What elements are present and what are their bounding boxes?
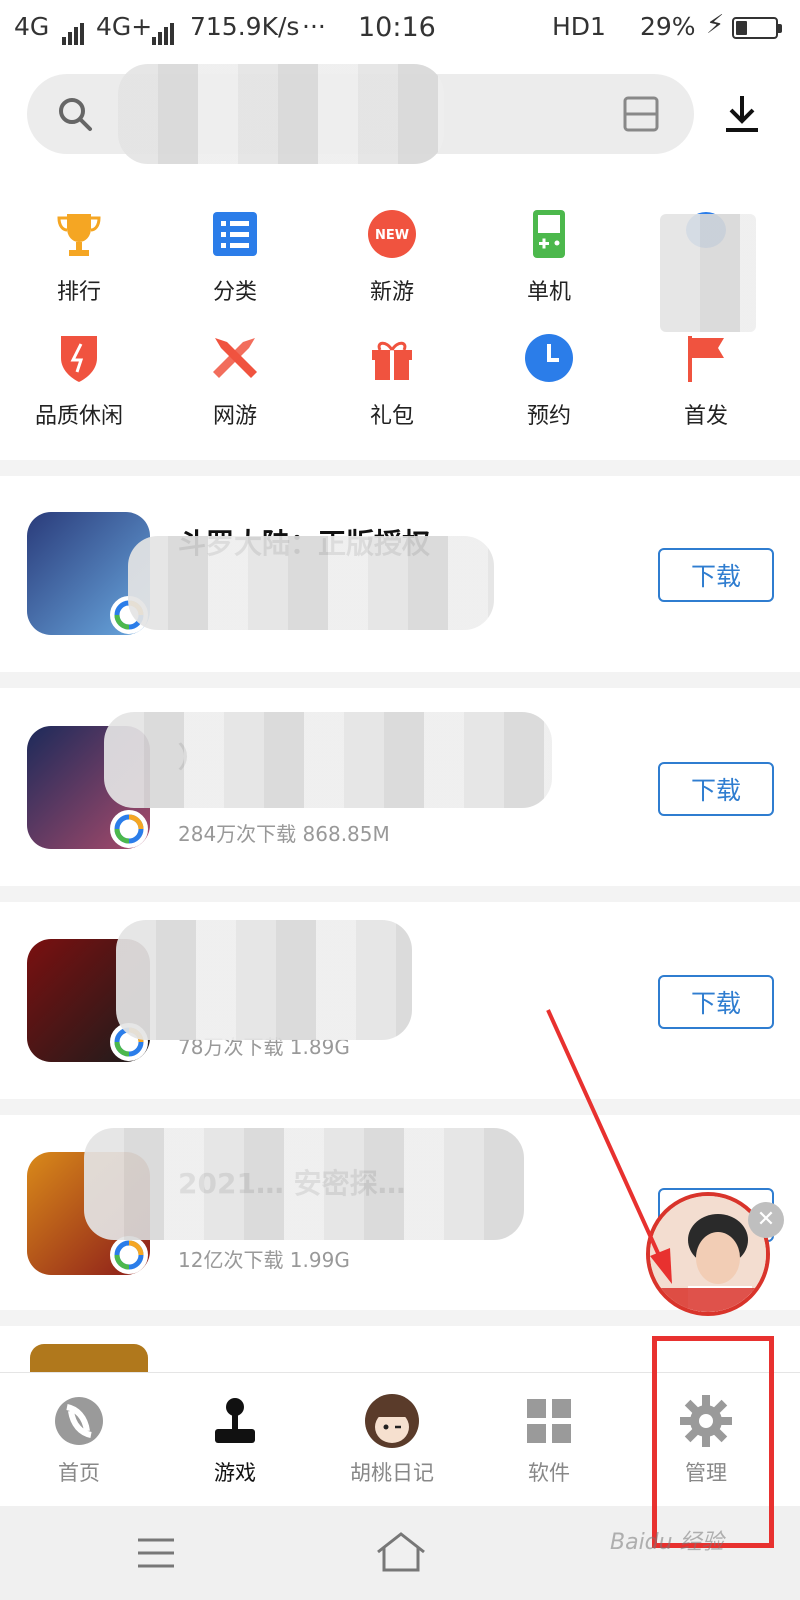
blurred-game-info [128, 536, 494, 630]
clock: 10:16 [358, 12, 436, 43]
scan-icon[interactable] [621, 94, 661, 134]
battery-icon [732, 17, 782, 39]
home-icon[interactable] [374, 1530, 428, 1574]
search-icon [59, 98, 92, 131]
category-单机[interactable]: 单机 [474, 206, 624, 306]
hd-indicator: HD1 [552, 12, 606, 41]
separator [0, 672, 800, 688]
separator [0, 1310, 800, 1326]
blurred-game-info [116, 920, 412, 1040]
bottom-nav: 首页 游戏 胡桃日记 软件 管理 [0, 1372, 800, 1506]
separator [0, 1099, 800, 1115]
list-icon [213, 212, 257, 256]
download-button[interactable]: 下载 [658, 975, 774, 1029]
game-meta: 284万次下载 868.85M [178, 822, 390, 846]
category-label: 单机 [526, 280, 571, 305]
joystick-icon [215, 1398, 255, 1443]
category-网游[interactable]: 网游 [160, 330, 310, 430]
close-ad-button[interactable]: ✕ [748, 1202, 784, 1238]
gift-icon [372, 341, 412, 380]
home-swirl-icon [55, 1397, 103, 1445]
flag-icon [688, 336, 724, 382]
store-badge-icon [110, 810, 148, 848]
more-dots: ··· [302, 12, 326, 41]
category-首发[interactable]: 首发 [631, 330, 781, 430]
category-礼包[interactable]: 礼包 [317, 330, 467, 430]
category-预约[interactable]: 预约 [474, 330, 624, 430]
separator [0, 886, 800, 902]
download-button[interactable]: 下载 [658, 762, 774, 816]
shield-icon [61, 336, 97, 382]
nav-label: 软件 [528, 1461, 570, 1485]
category-label: 排行 [56, 280, 101, 305]
avatar-icon [365, 1394, 419, 1448]
category-分类[interactable]: 分类 [160, 206, 310, 306]
download-button[interactable]: 下载 [658, 548, 774, 602]
category-label: 首发 [683, 404, 728, 429]
category-排行[interactable]: 排行 [4, 206, 154, 306]
blurred-search-text [118, 64, 444, 164]
game-meta: 12亿次下载 1.99G [178, 1248, 350, 1272]
nav-label: 游戏 [214, 1461, 256, 1485]
swords-icon [213, 338, 257, 378]
download-manager-icon[interactable] [720, 92, 764, 136]
gear-icon [680, 1395, 732, 1447]
gameboy-icon [533, 210, 565, 258]
nav-tab-1[interactable]: 游戏 [160, 1391, 310, 1487]
battery-percent: 29% [640, 12, 696, 41]
category-label: 礼包 [369, 404, 414, 429]
separator [0, 460, 800, 476]
network-type-2: 4G+ [96, 12, 153, 41]
blurred-category [660, 214, 756, 332]
next-row-peek [30, 1344, 148, 1372]
nav-tab-0[interactable]: 首页 [4, 1391, 154, 1487]
status-bar: 4G 4G+ 715.9K/s ··· 10:16 HD1 29% ⚡ [0, 0, 800, 54]
category-label: 品质休闲 [34, 404, 123, 429]
watermark: Baidu 经验 [610, 1530, 724, 1555]
svg-text:NEW: NEW [375, 228, 409, 243]
category-新游[interactable]: NEW 新游 [317, 206, 467, 306]
signal-icon-2 [150, 16, 174, 45]
blurred-game-info [84, 1128, 524, 1240]
category-品质休闲[interactable]: 品质休闲 [4, 330, 154, 430]
net-speed: 715.9K/s [190, 12, 300, 41]
store-badge-icon [110, 1236, 148, 1274]
category-label: 预约 [526, 404, 571, 429]
new-badge-icon: NEW [368, 210, 416, 258]
nav-label: 首页 [58, 1461, 100, 1485]
nav-tab-2[interactable]: 胡桃日记 [317, 1391, 467, 1487]
network-type-1: 4G [14, 12, 50, 41]
category-label: 分类 [212, 280, 257, 305]
clock-icon [525, 334, 573, 382]
nav-tab-4[interactable]: 管理 [631, 1391, 781, 1487]
nav-label: 胡桃日记 [350, 1461, 434, 1485]
menu-icon[interactable] [136, 1536, 176, 1570]
charging-icon: ⚡ [706, 10, 725, 40]
trophy-icon [57, 214, 101, 256]
nav-tab-3[interactable]: 软件 [474, 1391, 624, 1487]
signal-icon-1 [60, 16, 84, 45]
nav-label: 管理 [685, 1461, 727, 1485]
blurred-game-info [104, 712, 552, 808]
category-label: 新游 [369, 280, 414, 305]
category-label: 网游 [212, 404, 257, 429]
apps-grid-icon [527, 1399, 571, 1443]
